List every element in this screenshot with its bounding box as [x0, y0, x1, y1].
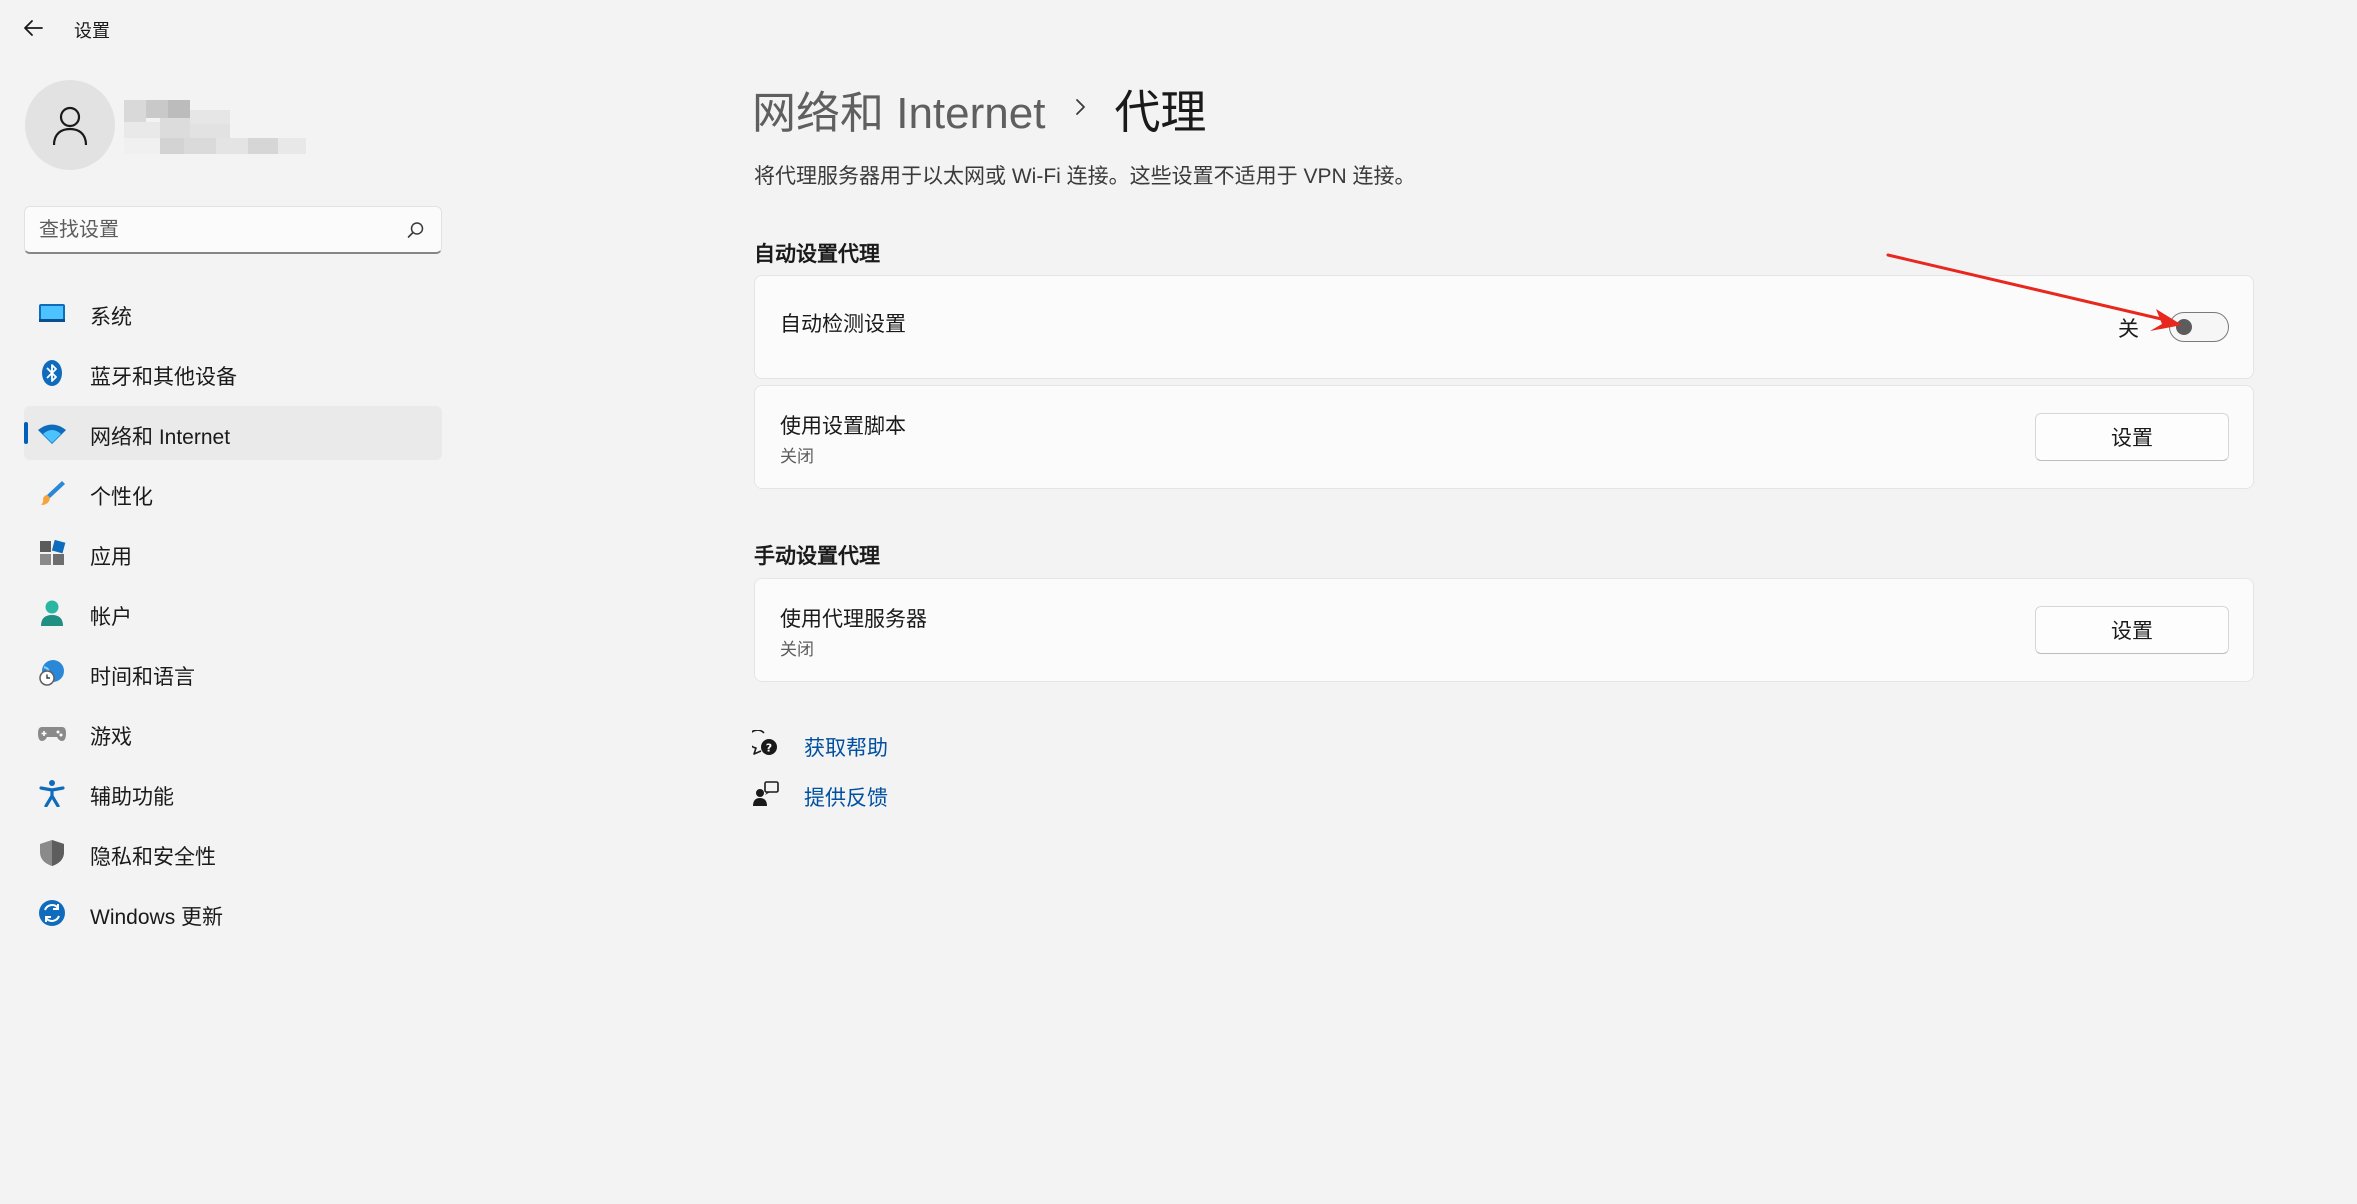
account-icon — [38, 599, 66, 627]
auto-detect-label: 自动检测设置 — [780, 313, 906, 336]
setup-script-card: 使用设置脚本 关闭 设置 — [754, 385, 2254, 489]
sidebar-nav: 系统 蓝牙和其他设备 网络和 Internet 个性化 应用 帐户 时间和语言 … — [24, 286, 442, 946]
sidebar-item-label: 个性化 — [90, 486, 153, 509]
setup-script-label: 使用设置脚本 — [780, 415, 906, 438]
proxy-server-button[interactable]: 设置 — [2035, 606, 2229, 654]
sidebar-item-label: 网络和 Internet — [90, 426, 231, 449]
wifi-icon — [38, 419, 66, 447]
system-display-icon — [38, 299, 66, 327]
windows-update-icon — [38, 899, 66, 927]
page-title: 代理 — [1114, 86, 1207, 138]
send-feedback-link[interactable]: 提供反馈 — [804, 782, 888, 812]
sidebar-item-label: 隐私和安全性 — [90, 846, 216, 869]
search-icon[interactable] — [407, 221, 425, 239]
back-arrow-icon[interactable] — [20, 14, 48, 42]
sidebar-item-label: 系统 — [90, 306, 132, 329]
sidebar-item-label: 游戏 — [90, 726, 132, 749]
auto-detect-toggle[interactable] — [2169, 312, 2229, 342]
shield-icon — [38, 839, 66, 867]
sidebar-item-time-language[interactable]: 时间和语言 — [24, 646, 442, 700]
title-bar: 设置 — [0, 0, 2357, 56]
proxy-server-card: 使用代理服务器 关闭 设置 — [754, 578, 2254, 682]
person-icon — [52, 106, 88, 146]
feedback-icon — [752, 780, 780, 808]
window-title: 设置 — [74, 21, 110, 41]
sidebar-item-label: Windows 更新 — [90, 906, 224, 929]
auto-detect-card: 自动检测设置 关 — [754, 275, 2254, 379]
username-redacted — [124, 100, 306, 154]
sidebar-item-personalization[interactable]: 个性化 — [24, 466, 442, 520]
sidebar-item-privacy[interactable]: 隐私和安全性 — [24, 826, 442, 880]
sidebar-item-label: 辅助功能 — [90, 786, 174, 809]
section-title-manual: 手动设置代理 — [754, 545, 880, 568]
breadcrumb-parent[interactable]: 网络和 Internet — [752, 89, 1045, 138]
apps-icon — [38, 539, 66, 567]
proxy-server-label: 使用代理服务器 — [780, 608, 927, 631]
sidebar-item-windows-update[interactable]: Windows 更新 — [24, 886, 442, 940]
sidebar-item-label: 蓝牙和其他设备 — [90, 366, 237, 389]
search-input[interactable] — [39, 217, 399, 243]
avatar[interactable] — [25, 80, 115, 170]
paintbrush-icon — [38, 479, 66, 507]
toggle-state-text: 关 — [2118, 318, 2139, 341]
sidebar-item-label: 帐户 — [90, 606, 132, 629]
gamepad-icon — [38, 719, 66, 747]
chevron-right-icon — [1074, 96, 1088, 123]
proxy-server-status: 关闭 — [780, 640, 814, 659]
setup-script-button[interactable]: 设置 — [2035, 413, 2229, 461]
sidebar-item-label: 应用 — [90, 546, 132, 569]
search-box[interactable] — [24, 206, 442, 254]
help-chat-icon: ? — [747, 729, 780, 758]
bluetooth-icon — [38, 359, 66, 387]
sidebar-item-system[interactable]: 系统 — [24, 286, 442, 340]
sidebar: 系统 蓝牙和其他设备 网络和 Internet 个性化 应用 — [0, 56, 460, 1204]
sidebar-item-accounts[interactable]: 帐户 — [24, 586, 442, 640]
breadcrumb: 网络和 Internet 代理 — [752, 76, 1207, 138]
setup-script-status: 关闭 — [780, 447, 814, 466]
sidebar-item-apps[interactable]: 应用 — [24, 526, 442, 580]
sidebar-item-network[interactable]: 网络和 Internet — [24, 406, 442, 460]
toggle-knob — [2176, 319, 2192, 335]
accessibility-icon — [38, 779, 66, 808]
page-description: 将代理服务器用于以太网或 Wi-Fi 连接。这些设置不适用于 VPN 连接。 — [754, 165, 1416, 188]
sidebar-item-label: 时间和语言 — [90, 666, 195, 689]
section-title-auto: 自动设置代理 — [754, 243, 880, 266]
sidebar-item-gaming[interactable]: 游戏 — [24, 706, 442, 760]
globe-clock-icon — [38, 659, 66, 687]
svg-text:?: ? — [766, 742, 772, 755]
sidebar-item-bluetooth[interactable]: 蓝牙和其他设备 — [24, 346, 442, 400]
sidebar-item-accessibility[interactable]: 辅助功能 — [24, 766, 442, 820]
get-help-link[interactable]: 获取帮助 — [804, 732, 888, 762]
